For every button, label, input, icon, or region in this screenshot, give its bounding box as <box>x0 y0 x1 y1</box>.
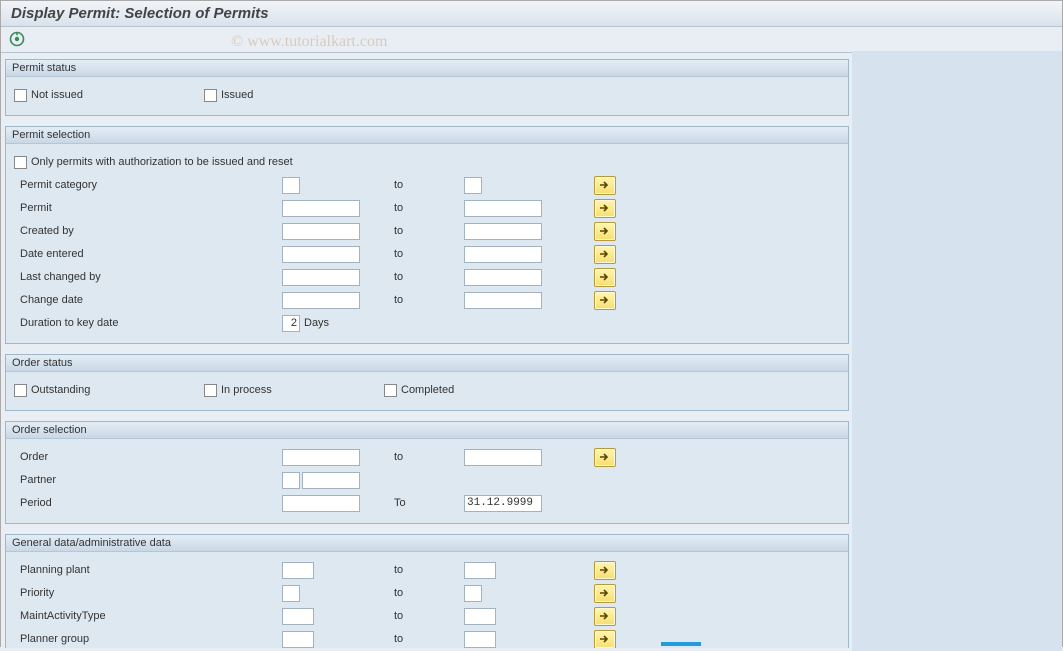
checkbox-only-auth[interactable] <box>14 156 27 169</box>
label-permit-category: Permit category <box>14 179 204 191</box>
multi-select-permit-category[interactable] <box>594 176 616 195</box>
input-change-date-from[interactable] <box>282 292 360 309</box>
label-to: to <box>384 202 464 214</box>
label-permit: Permit <box>14 202 204 214</box>
label-priority: Priority <box>14 587 204 599</box>
label-order: Order <box>14 451 204 463</box>
input-planner-group-from[interactable] <box>282 631 314 648</box>
multi-select-priority[interactable] <box>594 584 616 603</box>
input-date-entered-from[interactable] <box>282 246 360 263</box>
right-margin <box>852 51 1062 651</box>
input-permit-category-from[interactable] <box>282 177 300 194</box>
label-not-issued: Not issued <box>31 89 83 101</box>
label-created-by: Created by <box>14 225 204 237</box>
execute-icon[interactable] <box>9 31 25 47</box>
multi-select-permit[interactable] <box>594 199 616 218</box>
multi-select-last-changed-by[interactable] <box>594 268 616 287</box>
label-planner-group: Planner group <box>14 633 204 645</box>
label-date-entered: Date entered <box>14 248 204 260</box>
label-partner: Partner <box>14 474 204 486</box>
input-date-entered-to[interactable] <box>464 246 542 263</box>
label-maint-activity-type: MaintActivityType <box>14 610 204 622</box>
label-to: to <box>384 633 464 645</box>
group-order-selection: Order selection Order to Partner Period … <box>5 421 849 524</box>
group-order-status: Order status Outstanding In process Comp… <box>5 354 849 411</box>
window-title-bar: Display Permit: Selection of Permits <box>1 1 1062 27</box>
group-title-order-status: Order status <box>6 355 848 372</box>
input-planning-plant-from[interactable] <box>282 562 314 579</box>
label-to: to <box>384 271 464 283</box>
label-change-date: Change date <box>14 294 204 306</box>
group-title-permit-status: Permit status <box>6 60 848 77</box>
multi-select-planning-plant[interactable] <box>594 561 616 580</box>
input-duration-value[interactable] <box>282 315 300 332</box>
multi-select-planner-group[interactable] <box>594 630 616 649</box>
scrollbar-indicator[interactable] <box>661 642 701 646</box>
input-period-from[interactable] <box>282 495 360 512</box>
label-to: to <box>384 179 464 191</box>
label-in-process: In process <box>221 384 272 396</box>
checkbox-completed[interactable] <box>384 384 397 397</box>
window-title: Display Permit: Selection of Permits <box>11 5 269 22</box>
label-to: to <box>384 225 464 237</box>
label-to: to <box>384 564 464 576</box>
label-last-changed-by: Last changed by <box>14 271 204 283</box>
label-to: to <box>384 587 464 599</box>
label-to-cap: To <box>384 497 464 509</box>
checkbox-not-issued[interactable] <box>14 89 27 102</box>
toolbar <box>1 27 1062 53</box>
group-permit-selection: Permit selection Only permits with autho… <box>5 126 849 344</box>
label-outstanding: Outstanding <box>31 384 90 396</box>
input-maint-activity-type-from[interactable] <box>282 608 314 625</box>
input-partner-type[interactable] <box>282 472 300 489</box>
input-created-by-to[interactable] <box>464 223 542 240</box>
input-priority-from[interactable] <box>282 585 300 602</box>
label-issued: Issued <box>221 89 253 101</box>
label-duration-key-date: Duration to key date <box>14 317 204 329</box>
label-completed: Completed <box>401 384 454 396</box>
multi-select-created-by[interactable] <box>594 222 616 241</box>
group-title-general-data: General data/administrative data <box>6 535 848 552</box>
group-permit-status: Permit status Not issued Issued <box>5 59 849 116</box>
input-partner-value[interactable] <box>302 472 360 489</box>
input-priority-to[interactable] <box>464 585 482 602</box>
label-to: to <box>384 610 464 622</box>
label-duration-unit: Days <box>304 317 329 329</box>
label-only-auth: Only permits with authorization to be is… <box>31 156 293 168</box>
input-order-from[interactable] <box>282 449 360 466</box>
checkbox-in-process[interactable] <box>204 384 217 397</box>
input-period-to[interactable] <box>464 495 542 512</box>
multi-select-maint-activity-type[interactable] <box>594 607 616 626</box>
input-permit-from[interactable] <box>282 200 360 217</box>
input-planner-group-to[interactable] <box>464 631 496 648</box>
input-last-changed-by-to[interactable] <box>464 269 542 286</box>
input-planning-plant-to[interactable] <box>464 562 496 579</box>
group-general-data: General data/administrative data Plannin… <box>5 534 849 648</box>
checkbox-issued[interactable] <box>204 89 217 102</box>
input-permit-category-to[interactable] <box>464 177 482 194</box>
input-maint-activity-type-to[interactable] <box>464 608 496 625</box>
label-to: to <box>384 294 464 306</box>
label-to: to <box>384 248 464 260</box>
multi-select-date-entered[interactable] <box>594 245 616 264</box>
input-created-by-from[interactable] <box>282 223 360 240</box>
label-planning-plant: Planning plant <box>14 564 204 576</box>
multi-select-change-date[interactable] <box>594 291 616 310</box>
label-period: Period <box>14 497 204 509</box>
input-permit-to[interactable] <box>464 200 542 217</box>
input-change-date-to[interactable] <box>464 292 542 309</box>
input-order-to[interactable] <box>464 449 542 466</box>
input-last-changed-by-from[interactable] <box>282 269 360 286</box>
group-title-permit-selection: Permit selection <box>6 127 848 144</box>
checkbox-outstanding[interactable] <box>14 384 27 397</box>
multi-select-order[interactable] <box>594 448 616 467</box>
group-title-order-selection: Order selection <box>6 422 848 439</box>
label-to: to <box>384 451 464 463</box>
